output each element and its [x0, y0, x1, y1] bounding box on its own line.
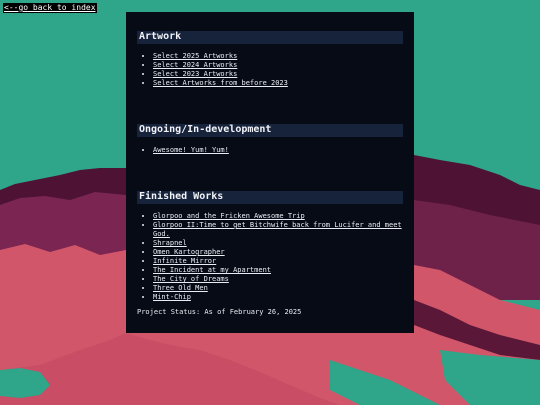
list-item: Select Artworks from before 2023	[153, 79, 403, 88]
artwork-list: Select 2025 Artworks Select 2024 Artwork…	[137, 52, 403, 88]
incident-apartment-link[interactable]: The Incident at my Apartment	[153, 266, 271, 274]
omen-kartographer-link[interactable]: Omen Kartographer	[153, 248, 225, 256]
artwork-before-2023-link[interactable]: Select Artworks from before 2023	[153, 79, 288, 87]
three-old-men-link[interactable]: Three Old Men	[153, 284, 208, 292]
finished-section: Finished Works Glorpoo and the Fricken A…	[137, 191, 403, 302]
list-item: Three Old Men	[153, 284, 403, 293]
artwork-section: Artwork Select 2025 Artworks Select 2024…	[137, 31, 403, 88]
infinite-mirror-link[interactable]: Infinite Mirror	[153, 257, 216, 265]
awesome-yum-yum-link[interactable]: Awesome! Yum! Yum!	[153, 146, 229, 154]
glorpoo-link[interactable]: Glorpoo and the Fricken Awesome Trip	[153, 212, 305, 220]
ongoing-section: Ongoing/In-development Awesome! Yum! Yum…	[137, 124, 403, 155]
city-of-dreams-link[interactable]: The City of Dreams	[153, 275, 229, 283]
mint-chip-link[interactable]: Mint-Chip	[153, 293, 191, 301]
list-item: Select 2025 Artworks	[153, 52, 403, 61]
section-title-ongoing: Ongoing/In-development	[137, 124, 403, 137]
list-item: Glorpoo II:Time to get Bitchwife back fr…	[153, 221, 403, 239]
project-status: Project Status: As of February 26, 2025	[137, 308, 302, 316]
ongoing-list: Awesome! Yum! Yum!	[137, 146, 403, 155]
list-item: Select 2023 Artworks	[153, 70, 403, 79]
back-to-index-link[interactable]: <--go back to index	[3, 3, 97, 13]
section-title-finished: Finished Works	[137, 191, 403, 204]
finished-list: Glorpoo and the Fricken Awesome Trip Glo…	[137, 212, 403, 302]
artwork-2025-link[interactable]: Select 2025 Artworks	[153, 52, 237, 60]
content-panel: Artwork Select 2025 Artworks Select 2024…	[126, 12, 414, 333]
list-item: Select 2024 Artworks	[153, 61, 403, 70]
glorpoo-ii-link[interactable]: Glorpoo II:Time to get Bitchwife back fr…	[153, 221, 402, 238]
list-item: Omen Kartographer	[153, 248, 403, 257]
list-item: Glorpoo and the Fricken Awesome Trip	[153, 212, 403, 221]
section-title-artwork: Artwork	[137, 31, 403, 44]
shrapnel-link[interactable]: Shrapnel	[153, 239, 187, 247]
list-item: Shrapnel	[153, 239, 403, 248]
list-item: Awesome! Yum! Yum!	[153, 146, 403, 155]
artwork-2024-link[interactable]: Select 2024 Artworks	[153, 61, 237, 69]
list-item: Infinite Mirror	[153, 257, 403, 266]
list-item: The City of Dreams	[153, 275, 403, 284]
artwork-2023-link[interactable]: Select 2023 Artworks	[153, 70, 237, 78]
list-item: Mint-Chip	[153, 293, 403, 302]
list-item: The Incident at my Apartment	[153, 266, 403, 275]
